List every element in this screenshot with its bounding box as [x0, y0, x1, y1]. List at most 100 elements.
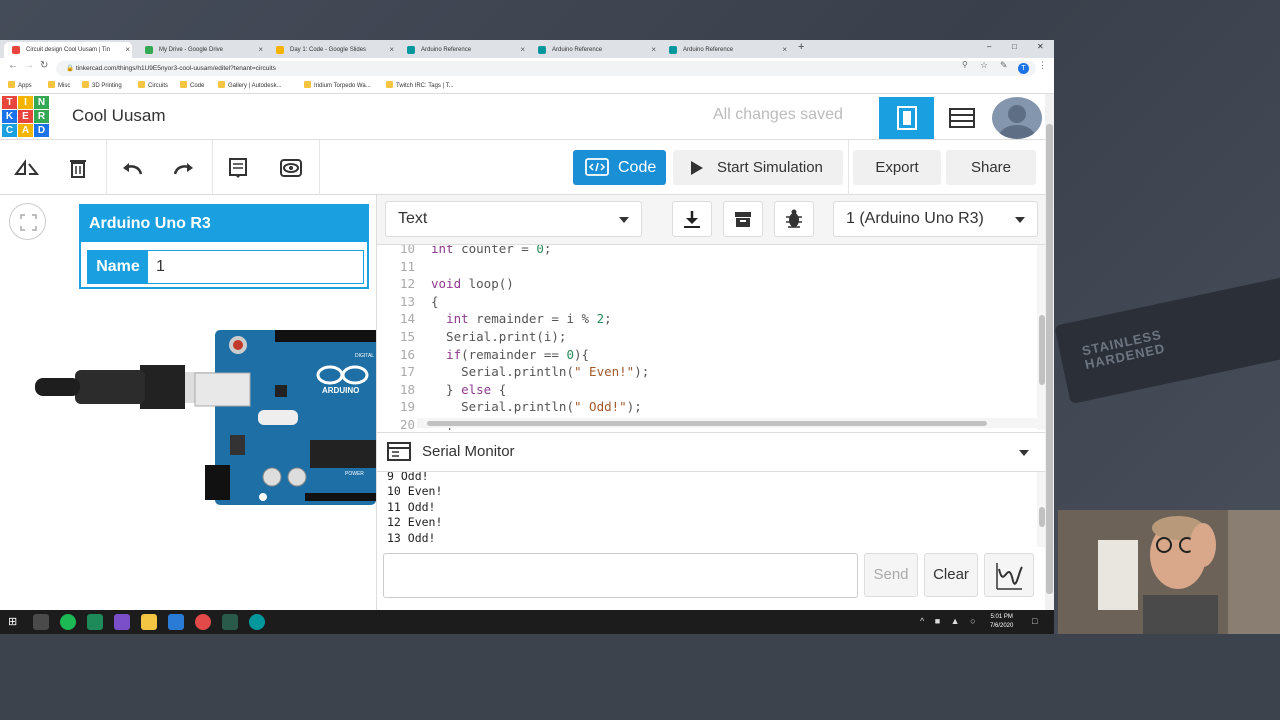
clock-date: 7/6/2020: [990, 623, 1014, 629]
browser-tab[interactable]: Circuit design Cool Uusam | Tin ×: [4, 42, 132, 58]
tab-title: Circuit design Cool Uusam | Tin: [26, 47, 110, 53]
close-tab-icon[interactable]: ×: [389, 42, 394, 58]
export-button[interactable]: Export: [853, 150, 941, 185]
redo-button[interactable]: [164, 148, 204, 188]
browser-tab[interactable]: My Drive - Google Drive ×: [137, 42, 265, 58]
maximize-button[interactable]: □: [1012, 42, 1017, 51]
close-window-button[interactable]: ✕: [1037, 42, 1044, 51]
download-icon: [684, 211, 700, 228]
url-field[interactable]: 🔒 tinkercad.com/things/h1U9E5nyor3-cool-…: [56, 61, 1036, 76]
spotify-taskbar-icon[interactable]: [60, 614, 76, 630]
close-tab-icon[interactable]: ×: [651, 42, 656, 58]
save-status: All changes saved: [713, 106, 843, 123]
editor-horizontal-scrollbar[interactable]: [417, 418, 1037, 428]
download-code-button[interactable]: [672, 201, 712, 237]
minimize-button[interactable]: –: [987, 42, 991, 51]
serial-input[interactable]: [383, 553, 858, 598]
menu-icon[interactable]: ⋮: [1038, 60, 1047, 71]
app-taskbar-icon[interactable]: [87, 614, 103, 630]
close-tab-icon[interactable]: ×: [782, 42, 787, 58]
undo-button[interactable]: [112, 148, 152, 188]
bookmark-item[interactable]: Twitch IRC: Tags | T...: [386, 81, 454, 89]
extension-icon[interactable]: ✎: [1000, 60, 1008, 71]
debugger-button[interactable]: [774, 201, 814, 237]
serial-output-line: 9 Odd!: [387, 472, 429, 483]
bookmark-item[interactable]: Gallery | Autodesk...: [218, 81, 282, 89]
clear-button[interactable]: Clear: [924, 553, 978, 597]
circuit-view-button[interactable]: [879, 97, 935, 139]
forward-icon[interactable]: →: [24, 60, 34, 71]
circuit-canvas[interactable]: ARDUINO DIGITAL POWER Arduino Uno R3 Nam…: [0, 195, 376, 610]
editor-mode-select[interactable]: Text: [385, 201, 642, 237]
taskbar-clock[interactable]: 5:01 PM 7/6/2020: [990, 613, 1013, 631]
delete-button[interactable]: [58, 148, 98, 188]
webcam-person-image: [1058, 510, 1280, 634]
serial-monitor-header[interactable]: Serial Monitor: [377, 432, 1054, 472]
browser-tab[interactable]: Arduino Reference ×: [530, 42, 658, 58]
bookmark-item[interactable]: Misc: [48, 81, 70, 89]
tab-title: Arduino Reference: [421, 47, 472, 53]
redo-icon: [173, 163, 193, 175]
browser-tab[interactable]: Day 1: Code - Google Slides ×: [268, 42, 396, 58]
zoom-to-fit-button[interactable]: [9, 203, 46, 240]
trash-icon: [70, 160, 86, 178]
start-simulation-button[interactable]: Start Simulation: [673, 150, 843, 185]
browser-tab[interactable]: Arduino Reference ×: [399, 42, 527, 58]
chrome-taskbar-icon[interactable]: [33, 614, 49, 630]
twitch-taskbar-icon[interactable]: [114, 614, 130, 630]
tab-favicon-icon: [538, 46, 546, 54]
bookmark-item[interactable]: Code: [180, 81, 204, 89]
profile-avatar[interactable]: T: [1018, 63, 1029, 74]
code-line: 15 Serial.print(i);: [377, 329, 1037, 347]
code-editor[interactable]: 10 int counter = 0; 11 12 void loop() 13 {14 i…: [377, 245, 1047, 430]
system-tray-icons[interactable]: ^ ■ ▲ ○: [920, 616, 980, 626]
rotate-button[interactable]: [6, 148, 46, 188]
tab-title: Arduino Reference: [552, 47, 603, 53]
notes-button[interactable]: [218, 148, 258, 188]
code-line: 11: [377, 259, 1037, 277]
terminal-taskbar-icon[interactable]: [222, 614, 238, 630]
bookmark-item[interactable]: 3D Printing: [82, 81, 122, 89]
line-number: 12: [399, 276, 415, 292]
notifications-icon[interactable]: □: [1032, 616, 1037, 626]
bookmark-item[interactable]: Apps: [8, 81, 32, 89]
search-icon[interactable]: ⚲: [962, 60, 968, 69]
share-button[interactable]: Share: [946, 150, 1036, 185]
vscode-taskbar-icon[interactable]: [168, 614, 184, 630]
browser-tab[interactable]: Arduino Reference ×: [661, 42, 789, 58]
tinkercad-logo[interactable]: TIN KER CAD: [2, 96, 50, 138]
windows-start-icon[interactable]: ⊞: [8, 615, 17, 628]
back-icon[interactable]: ←: [8, 60, 18, 71]
close-tab-icon[interactable]: ×: [258, 42, 263, 58]
send-button[interactable]: Send: [864, 553, 918, 597]
line-number: 10: [399, 245, 415, 256]
component-list-button[interactable]: [934, 97, 990, 139]
libraries-button[interactable]: [723, 201, 763, 237]
arduino-taskbar-icon[interactable]: [249, 614, 265, 630]
breadboard-icon: [897, 106, 917, 130]
visibility-button[interactable]: [271, 148, 311, 188]
star-icon[interactable]: ☆: [980, 60, 988, 71]
chevron-down-icon[interactable]: [1019, 450, 1029, 456]
code-button[interactable]: Code: [573, 150, 666, 185]
bookmark-item[interactable]: Circuits: [138, 81, 168, 89]
close-tab-icon[interactable]: ×: [125, 42, 130, 58]
folder-taskbar-icon[interactable]: [141, 614, 157, 630]
reload-icon[interactable]: ↻: [40, 60, 48, 71]
arduino-board-illustration[interactable]: ARDUINO DIGITAL POWER: [30, 325, 376, 505]
graph-button[interactable]: [984, 553, 1034, 597]
user-avatar[interactable]: [992, 97, 1042, 139]
bookmark-label: 3D Printing: [92, 83, 122, 89]
device-select[interactable]: 1 (Arduino Uno R3): [833, 201, 1038, 237]
bookmark-folder-icon: [304, 81, 311, 88]
code-line: 10 int counter = 0;: [377, 245, 1037, 259]
close-tab-icon[interactable]: ×: [520, 42, 525, 58]
serial-output-line: 11 Odd!: [387, 499, 436, 514]
chrome-alt-taskbar-icon[interactable]: [195, 614, 211, 630]
project-title[interactable]: Cool Uusam: [72, 106, 166, 126]
bookmark-item[interactable]: Iridium Torpedo Wa...: [304, 81, 371, 89]
name-input[interactable]: 1: [156, 251, 165, 283]
new-tab-button[interactable]: +: [798, 41, 804, 53]
page-scrollbar[interactable]: [1045, 94, 1054, 610]
logo-letter: T: [2, 96, 17, 109]
